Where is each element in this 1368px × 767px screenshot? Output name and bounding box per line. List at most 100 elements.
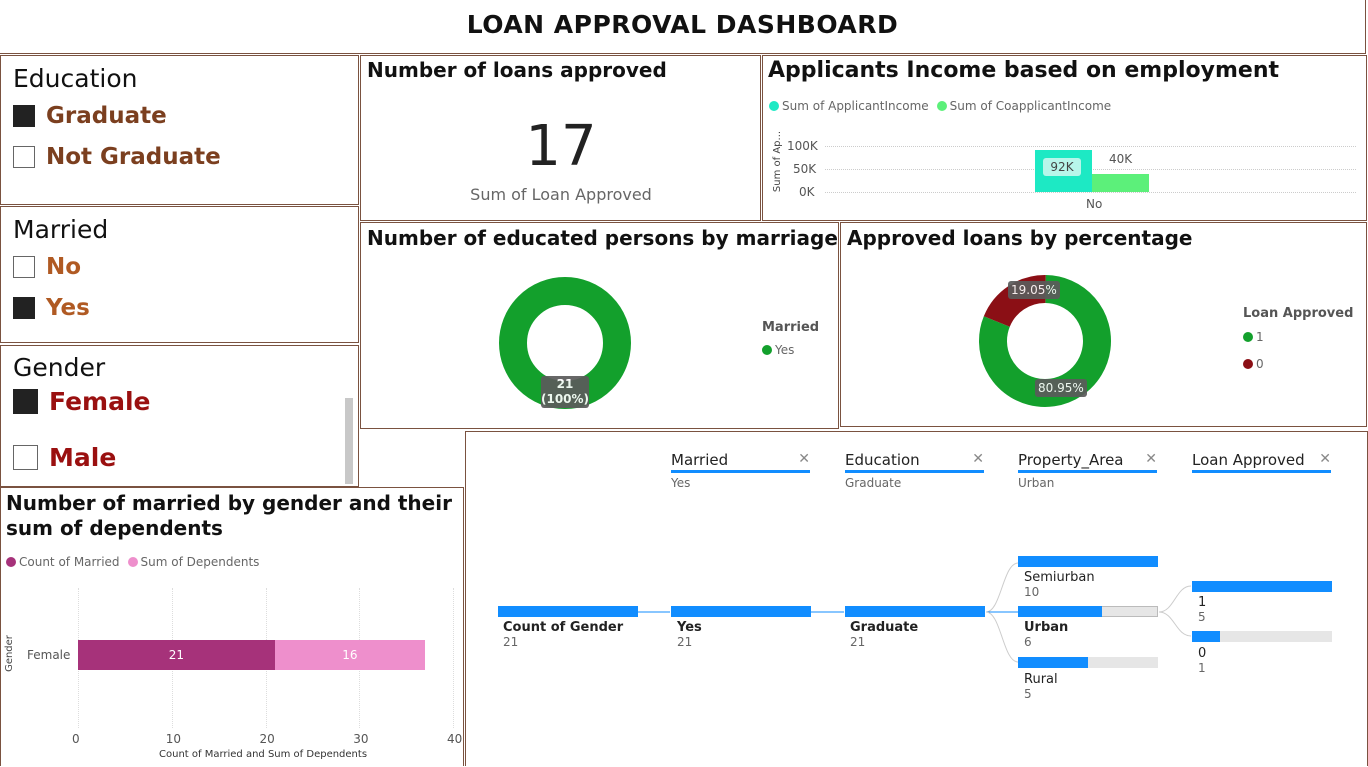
tree-node-bar[interactable] xyxy=(1018,606,1102,617)
tree-level-header-loan-approved[interactable]: Loan Approved ✕ xyxy=(1192,451,1331,473)
education-slicer: Education Graduate Not Graduate xyxy=(0,55,359,205)
tree-node-value: 5 xyxy=(1198,610,1206,624)
gender-slicer: Gender Female Male xyxy=(0,345,359,487)
legend-dot-icon xyxy=(1243,332,1253,342)
income-y-axis-label: Sum of Ap... xyxy=(772,130,784,193)
count-married-bar[interactable]: 21 xyxy=(78,640,275,670)
legend-label: Sum of CoapplicantIncome xyxy=(949,99,1112,113)
coapplicant-income-bar[interactable] xyxy=(1092,173,1149,192)
slicer-item-not-graduate[interactable]: Not Graduate xyxy=(13,144,221,170)
slicer-item-female[interactable]: Female xyxy=(13,387,150,416)
marriage-donut-panel: Number of educated persons by marriage 2… xyxy=(360,222,839,429)
tree-node-bar[interactable] xyxy=(1192,631,1220,642)
checkbox-empty-icon[interactable] xyxy=(13,256,35,278)
tree-node-value: 21 xyxy=(677,635,693,649)
decomposition-tree-panel: Married ✕ Yes Education ✕ Graduate Prope… xyxy=(465,431,1368,766)
tree-node-label[interactable]: Rural xyxy=(1024,672,1058,687)
x-tick-label: 40 xyxy=(447,732,463,746)
checkbox-checked-icon[interactable] xyxy=(13,105,35,127)
tree-node-value: 6 xyxy=(1024,635,1032,649)
tree-level-header-education[interactable]: Education ✕ xyxy=(845,451,984,473)
tree-node-bar[interactable] xyxy=(1018,556,1158,567)
tree-node-value: 21 xyxy=(850,635,866,649)
marriage-legend-title: Married xyxy=(762,320,820,335)
approved-legend-item[interactable]: 0 xyxy=(1243,357,1264,371)
tree-level-name: Married xyxy=(671,451,729,469)
tree-node-label[interactable]: Semiurban xyxy=(1024,570,1095,585)
close-icon[interactable]: ✕ xyxy=(1145,451,1157,467)
tree-level-value: Urban xyxy=(1018,476,1055,490)
tree-node-bar[interactable] xyxy=(1018,657,1088,668)
tree-node-value: 10 xyxy=(1024,585,1040,599)
checkbox-empty-icon[interactable] xyxy=(13,445,38,470)
marriage-legend-item[interactable]: Yes xyxy=(762,343,794,357)
slicer-item-graduate[interactable]: Graduate xyxy=(13,103,167,129)
married-slicer-title: Married xyxy=(13,215,109,244)
slicer-item-label: Graduate xyxy=(46,103,167,129)
x-tick-label: 30 xyxy=(353,732,369,746)
slicer-item-yes[interactable]: Yes xyxy=(13,295,90,321)
bar-data-label: 40K xyxy=(1109,152,1133,166)
slicer-item-label: Male xyxy=(49,443,117,472)
gridline xyxy=(453,588,454,728)
bar-data-label: 16 xyxy=(342,648,358,662)
close-icon[interactable]: ✕ xyxy=(1319,451,1331,467)
slicer-item-no[interactable]: No xyxy=(13,254,81,280)
tree-node-label[interactable]: Count of Gender xyxy=(503,620,623,635)
income-y-tick: 0K xyxy=(799,185,815,199)
tree-node-value: 1 xyxy=(1198,661,1206,675)
tree-level-name: Education xyxy=(845,451,920,469)
income-y-tick: 50K xyxy=(793,162,817,176)
tree-node-value: 5 xyxy=(1024,687,1032,701)
tree-node-label[interactable]: Graduate xyxy=(850,620,918,635)
tree-node-label[interactable]: 0 xyxy=(1198,646,1206,661)
tree-level-value: Graduate xyxy=(845,476,902,490)
tree-level-header-property-area[interactable]: Property_Area ✕ xyxy=(1018,451,1157,473)
sum-dependents-bar[interactable]: 16 xyxy=(274,640,425,670)
tree-node-label[interactable]: 1 xyxy=(1198,595,1206,610)
donut-label-percent: (100%) xyxy=(541,392,590,406)
tree-node-label[interactable]: Urban xyxy=(1024,620,1068,635)
legend-label: Yes xyxy=(775,343,795,357)
tree-node-bar[interactable] xyxy=(845,606,985,617)
tree-node-bar[interactable] xyxy=(498,606,638,617)
donut-data-label-large: 80.95% xyxy=(1035,379,1087,397)
income-legend: Sum of ApplicantIncome Sum of Coapplican… xyxy=(769,99,1111,113)
close-icon[interactable]: ✕ xyxy=(798,451,810,467)
education-slicer-title: Education xyxy=(13,64,138,93)
dashboard-title: LOAN APPROVAL DASHBOARD xyxy=(466,10,899,39)
close-icon[interactable]: ✕ xyxy=(972,451,984,467)
income-y-tick: 100K xyxy=(787,139,818,153)
tree-node-value: 21 xyxy=(503,635,519,649)
x-tick-label: 10 xyxy=(165,732,182,746)
approved-legend-title: Loan Approved xyxy=(1243,306,1354,321)
tree-node-label[interactable]: Yes xyxy=(677,620,702,635)
gender-x-axis: 0 10 20 30 40 xyxy=(1,488,465,767)
tree-node-bar[interactable] xyxy=(1192,581,1332,592)
checkbox-checked-icon[interactable] xyxy=(13,297,35,319)
legend-label: Sum of ApplicantIncome xyxy=(782,99,929,113)
checkbox-empty-icon[interactable] xyxy=(13,146,35,168)
slicer-item-label: Female xyxy=(49,387,151,416)
gridline xyxy=(825,192,1356,193)
legend-dot-icon xyxy=(1243,359,1253,369)
kpi-value: 17 xyxy=(525,114,597,179)
tree-level-name: Property_Area xyxy=(1018,451,1124,469)
married-slicer: Married No Yes xyxy=(0,206,359,343)
approved-donut-title: Approved loans by percentage xyxy=(847,226,1193,250)
approved-legend-item[interactable]: 1 xyxy=(1243,330,1264,344)
income-x-category: No xyxy=(1086,197,1103,211)
tree-node-bar[interactable] xyxy=(671,606,811,617)
bar-data-label: 92K xyxy=(1043,158,1081,176)
kpi-caption: Sum of Loan Approved xyxy=(470,185,652,204)
kpi-title: Number of loans approved xyxy=(367,58,667,82)
slicer-scrollbar[interactable] xyxy=(345,398,353,484)
legend-dot-icon xyxy=(936,101,947,111)
checkbox-checked-icon[interactable] xyxy=(13,389,38,414)
tree-connectors xyxy=(638,562,1192,663)
slicer-item-male[interactable]: Male xyxy=(13,443,116,472)
legend-label: 1 xyxy=(1256,330,1264,344)
kpi-card: Number of loans approved 17 Sum of Loan … xyxy=(360,55,761,221)
tree-level-header-married[interactable]: Married ✕ xyxy=(671,451,810,473)
slicer-item-label: No xyxy=(46,254,82,280)
